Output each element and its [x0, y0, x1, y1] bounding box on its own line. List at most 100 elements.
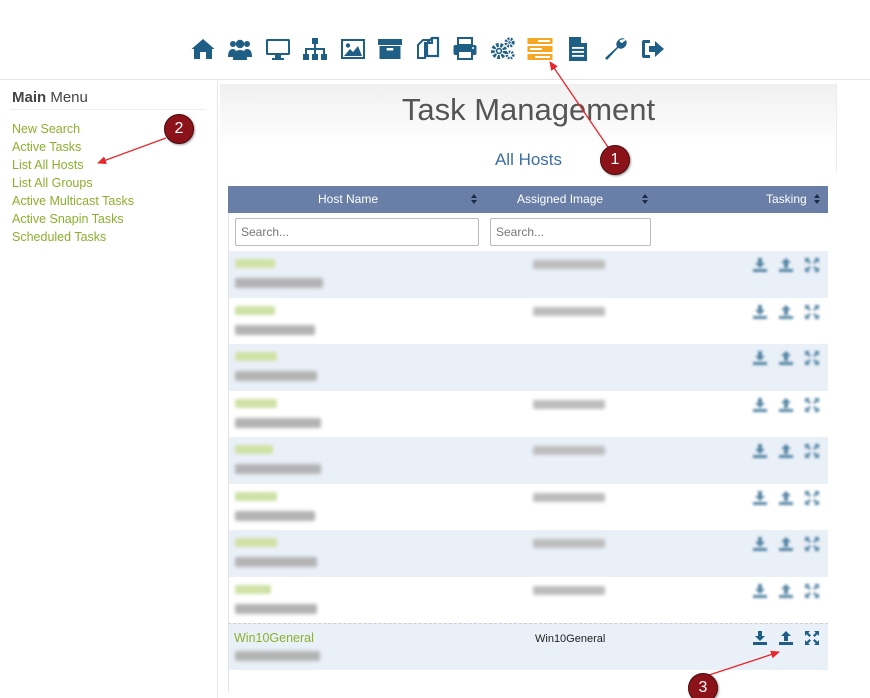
table-row[interactable]	[228, 576, 828, 623]
deploy-button[interactable]	[751, 629, 769, 647]
host-mac-address	[235, 557, 317, 567]
host-name-redacted[interactable]	[235, 445, 273, 454]
capture-button[interactable]	[777, 582, 795, 600]
host-name-redacted[interactable]	[235, 305, 275, 315]
column-header-tasking[interactable]: Tasking	[766, 186, 807, 213]
advanced-button[interactable]	[803, 629, 821, 647]
advanced-button[interactable]	[803, 349, 821, 367]
assigned-image-redacted	[533, 260, 605, 269]
advanced-button[interactable]	[803, 442, 821, 460]
capture-button[interactable]	[777, 442, 795, 460]
menu-item-active-snapin-tasks[interactable]: Active Snapin Tasks	[12, 210, 134, 228]
reports-button[interactable]	[559, 34, 597, 64]
settings-button[interactable]	[484, 34, 522, 64]
deploy-button[interactable]	[751, 442, 769, 460]
advanced-button[interactable]	[803, 256, 821, 274]
download-icon	[753, 304, 767, 319]
table-row[interactable]	[228, 483, 828, 530]
groups-button[interactable]	[297, 34, 335, 64]
menu-item-scheduled-tasks[interactable]: Scheduled Tasks	[12, 228, 134, 246]
expand-icon	[805, 258, 819, 272]
file-icon	[568, 37, 587, 61]
tasks-button[interactable]	[522, 34, 560, 64]
page-subtitle: All Hosts	[494, 150, 563, 169]
capture-button[interactable]	[777, 489, 795, 507]
expand-icon	[805, 537, 819, 551]
menu-item-active-tasks[interactable]: Active Tasks	[12, 138, 134, 156]
deploy-button[interactable]	[751, 256, 769, 274]
host-name-redacted[interactable]	[235, 259, 275, 268]
capture-button[interactable]	[777, 629, 795, 647]
printer-icon	[453, 37, 477, 60]
host-name-redacted[interactable]	[235, 538, 277, 547]
capture-button[interactable]	[777, 256, 795, 274]
snapins-button[interactable]	[409, 34, 447, 64]
menu-divider	[10, 109, 206, 110]
host-mac-address	[235, 510, 315, 521]
upload-icon	[779, 583, 793, 598]
table-row[interactable]	[228, 344, 828, 391]
printers-button[interactable]	[447, 34, 485, 64]
menu-item-list-all-hosts[interactable]: List All Hosts	[12, 156, 134, 174]
host-mac-address	[235, 371, 317, 381]
assigned-image-search-input[interactable]	[490, 218, 651, 246]
table-row[interactable]: Win10General Win10General	[228, 623, 828, 670]
page-title: Task Management	[401, 92, 656, 127]
host-mac-address	[235, 651, 320, 661]
advanced-button[interactable]	[803, 489, 821, 507]
table-row[interactable]	[228, 390, 828, 437]
host-name-redacted[interactable]	[235, 584, 271, 594]
download-icon	[753, 583, 767, 598]
host-mac-address	[235, 417, 321, 428]
annotation-callout-2: 2	[164, 114, 194, 144]
logout-icon	[641, 40, 664, 58]
storage-button[interactable]	[372, 34, 410, 64]
hosts-button[interactable]	[259, 34, 297, 64]
upload-icon	[779, 490, 793, 505]
deploy-button[interactable]	[751, 489, 769, 507]
column-header-host-name[interactable]: Host Name	[318, 186, 378, 213]
host-mac-address	[235, 464, 321, 474]
expand-icon	[805, 490, 819, 505]
menu-item-new-search[interactable]: New Search	[12, 120, 134, 138]
wrench-icon	[605, 38, 627, 60]
content-header: Task Management All Hosts	[220, 84, 837, 172]
host-name-redacted[interactable]	[235, 398, 277, 408]
table-row[interactable]	[228, 437, 828, 484]
host-name-redacted[interactable]	[235, 352, 277, 361]
table-header: Host Name Assigned Image Tasking	[228, 186, 828, 213]
capture-button[interactable]	[777, 303, 795, 321]
capture-button[interactable]	[777, 349, 795, 367]
capture-button[interactable]	[777, 535, 795, 553]
download-icon	[753, 397, 767, 412]
image-icon	[340, 39, 365, 59]
column-header-assigned-image[interactable]: Assigned Image	[517, 186, 603, 213]
advanced-button[interactable]	[803, 303, 821, 321]
users-button[interactable]	[222, 34, 260, 64]
deploy-button[interactable]	[751, 582, 769, 600]
menu-item-list-all-groups[interactable]: List All Groups	[12, 174, 134, 192]
host-name-redacted[interactable]	[235, 491, 277, 501]
capture-button[interactable]	[777, 396, 795, 414]
images-button[interactable]	[334, 34, 372, 64]
logout-button[interactable]	[634, 34, 672, 64]
advanced-button[interactable]	[803, 396, 821, 414]
sort-icon[interactable]	[471, 194, 477, 205]
advanced-button[interactable]	[803, 582, 821, 600]
host-name-search-input[interactable]	[235, 218, 479, 246]
sort-icon[interactable]	[642, 194, 648, 205]
sort-icon[interactable]	[814, 194, 820, 205]
deploy-button[interactable]	[751, 349, 769, 367]
deploy-button[interactable]	[751, 535, 769, 553]
host-name-link[interactable]: Win10General	[234, 631, 314, 645]
table-row[interactable]	[228, 297, 828, 344]
plugins-button[interactable]	[597, 34, 635, 64]
table-row[interactable]	[228, 530, 828, 577]
deploy-button[interactable]	[751, 303, 769, 321]
home-button[interactable]	[184, 34, 222, 64]
menu-item-active-multicast-tasks[interactable]: Active Multicast Tasks	[12, 192, 134, 210]
advanced-button[interactable]	[803, 535, 821, 553]
table-row[interactable]	[228, 251, 828, 298]
deploy-button[interactable]	[751, 396, 769, 414]
tasking-actions	[751, 349, 821, 367]
